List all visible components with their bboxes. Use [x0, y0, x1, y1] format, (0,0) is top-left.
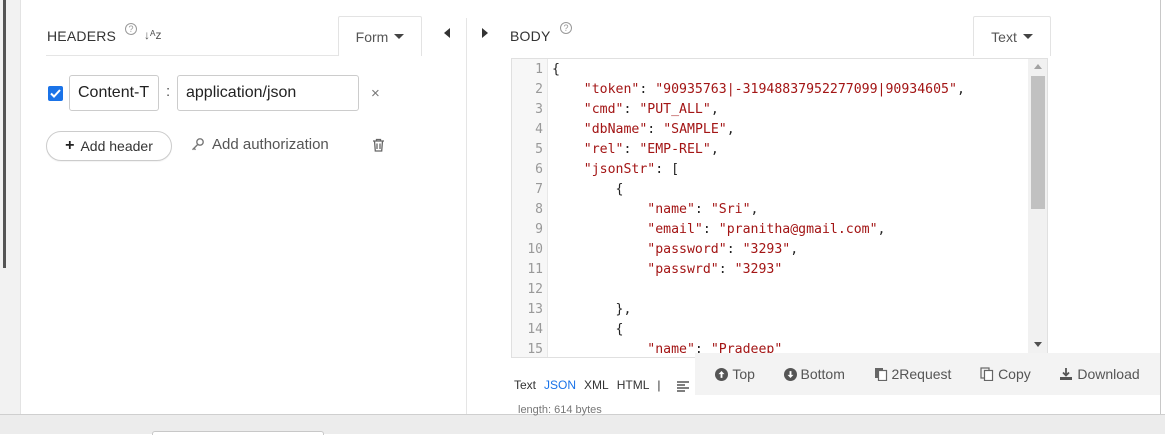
format-xml[interactable]: XML: [584, 378, 609, 392]
code-line: "rel": "EMP-REL",: [583, 142, 719, 157]
code-line: },: [552, 302, 632, 317]
code-line: {: [552, 62, 560, 77]
bottom-tab[interactable]: [152, 431, 324, 435]
line-number: 10: [527, 242, 543, 257]
format-json[interactable]: JSON: [544, 378, 576, 392]
sort-icon[interactable]: ↓ᴬz: [144, 28, 161, 42]
add-header-button[interactable]: + Add header: [46, 131, 172, 161]
code-line: "dbName": "SAMPLE",: [583, 122, 735, 137]
scroll-down-arrow-icon[interactable]: [1034, 342, 1042, 347]
arrow-down-circle-icon: [783, 367, 797, 381]
to-request-button[interactable]: 2Request: [874, 366, 952, 382]
left-edge-marker: [3, 0, 6, 268]
chevron-down-icon: [1022, 34, 1033, 39]
left-window-strip: [0, 0, 21, 416]
line-number: 12: [527, 282, 543, 297]
top-label: Top: [732, 366, 755, 382]
body-mode-label: Text: [991, 28, 1017, 45]
scroll-up-arrow-icon[interactable]: [1034, 64, 1042, 69]
download-icon: [1060, 368, 1073, 380]
format-text[interactable]: Text: [514, 378, 536, 392]
download-button[interactable]: Download: [1059, 366, 1140, 382]
chevron-down-icon: [394, 34, 405, 39]
scroll-thumb[interactable]: [1031, 76, 1045, 209]
trash-icon[interactable]: [372, 138, 385, 157]
editor-scrollbar[interactable]: [1028, 59, 1047, 357]
top-button[interactable]: Top: [715, 366, 755, 382]
line-number: 8: [535, 202, 543, 217]
line-number: 1: [535, 62, 543, 77]
add-authorization-button[interactable]: Add authorization: [190, 136, 329, 153]
text-align-icon[interactable]: [677, 379, 689, 397]
line-number: 6: [535, 162, 543, 177]
line-number: 2: [535, 82, 543, 97]
editor-toolbar: Top Bottom 2Request Copy Download: [695, 353, 1160, 395]
code-line: "cmd": "PUT_ALL",: [583, 102, 719, 117]
bottom-window-strip: [0, 414, 1165, 435]
copy-label: Copy: [998, 366, 1031, 382]
arrow-up-circle-icon: [715, 367, 729, 381]
body-help-icon[interactable]: ?: [560, 22, 572, 34]
code-line: "jsonStr": [: [583, 162, 680, 177]
format-separator: |: [657, 378, 661, 392]
line-number: 15: [527, 342, 543, 357]
header-value-input[interactable]: application/json: [177, 75, 359, 111]
line-number: 5: [535, 142, 543, 157]
copy-to-request-icon: [874, 368, 887, 381]
code-line: "token": "90935763|-31948837952277099|90…: [583, 82, 965, 97]
line-number: 13: [527, 302, 543, 317]
code-line: "password": "3293",: [647, 242, 799, 257]
bottom-label: Bottom: [800, 366, 845, 382]
copy-icon: [980, 367, 994, 381]
remove-header-icon[interactable]: ×: [371, 85, 380, 102]
line-number: 9: [535, 222, 543, 237]
header-name-input[interactable]: Content-T: [69, 75, 159, 111]
line-number: 7: [535, 182, 543, 197]
body-mode-dropdown[interactable]: Text: [973, 16, 1051, 56]
collapse-right-icon[interactable]: [482, 28, 488, 38]
format-selector: Text JSON XML HTML |: [514, 378, 661, 392]
right-window-edge: [1160, 0, 1165, 416]
to-request-label: 2Request: [891, 366, 952, 382]
add-authorization-label: Add authorization: [212, 136, 329, 153]
copy-button[interactable]: Copy: [980, 366, 1031, 382]
format-html[interactable]: HTML: [617, 378, 650, 392]
headers-help-icon[interactable]: ?: [125, 23, 137, 35]
add-header-label: Add header: [80, 138, 153, 154]
line-number-gutter: 1 2 3 4 5 6 7 8 9 10 11 12 13 14 15: [512, 59, 548, 357]
line-number: 14: [527, 322, 543, 337]
headers-mode-label: Form: [355, 28, 389, 45]
header-enabled-checkbox[interactable]: [48, 86, 63, 101]
headers-title: HEADERS: [47, 28, 117, 44]
line-number: 11: [527, 262, 543, 277]
code-line: "passwrd": "3293": [647, 262, 783, 277]
code-line: {: [552, 182, 624, 197]
plus-icon: +: [65, 137, 75, 154]
body-title: BODY: [510, 28, 551, 44]
bottom-button[interactable]: Bottom: [783, 366, 845, 382]
code-line: "email": "pranitha@gmail.com",: [647, 222, 886, 237]
code-line: {: [552, 322, 624, 337]
line-number: 4: [535, 122, 543, 137]
headers-title-underline: [46, 55, 338, 56]
line-number: 3: [535, 102, 543, 117]
header-colon: :: [166, 83, 171, 100]
panel-divider[interactable]: [466, 18, 467, 414]
body-code-editor[interactable]: 1 2 3 4 5 6 7 8 9 10 11 12 13 14 15 { "token": "909357…: [511, 58, 1048, 358]
headers-mode-dropdown[interactable]: Form: [338, 16, 422, 56]
body-length: length: 614 bytes: [518, 404, 602, 416]
code-line: "name": "Sri",: [647, 202, 759, 217]
download-label: Download: [1077, 366, 1140, 382]
key-icon: [192, 137, 204, 150]
collapse-left-icon[interactable]: [444, 28, 450, 38]
